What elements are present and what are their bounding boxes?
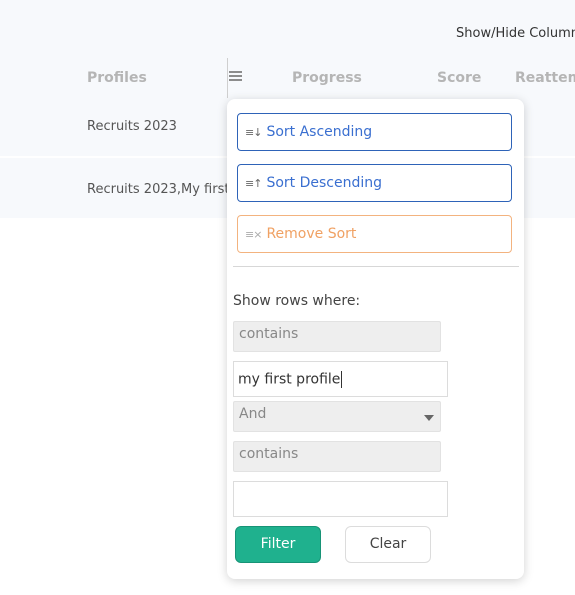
- condition1-operator-select[interactable]: contains: [233, 321, 441, 352]
- remove-sort-icon: ≡×: [245, 227, 262, 241]
- join-operator-select[interactable]: And: [233, 401, 441, 432]
- condition2-operator-select[interactable]: contains: [233, 441, 441, 472]
- condition2-value-input[interactable]: [233, 481, 448, 517]
- column-header-profiles[interactable]: Profiles: [87, 70, 147, 86]
- divider: [233, 266, 519, 267]
- text-cursor: [341, 371, 343, 388]
- column-menu-icon[interactable]: [229, 71, 242, 83]
- table-cell-profiles: Recruits 2023: [87, 119, 177, 134]
- remove-sort-label: Remove Sort: [266, 226, 357, 242]
- column-divider: [227, 58, 228, 98]
- show-rows-label: Show rows where:: [233, 293, 361, 309]
- condition1-value-input[interactable]: my first profile: [233, 361, 448, 397]
- condition2-operator-value: contains: [239, 446, 299, 462]
- join-operator-value: And: [239, 406, 267, 422]
- sort-descending-icon: ≡↑: [245, 176, 262, 190]
- show-hide-columns-button[interactable]: Show/Hide Columns: [456, 26, 575, 41]
- condition1-operator-value: contains: [239, 326, 299, 342]
- condition1-value-text: my first profile: [238, 371, 341, 388]
- clear-button[interactable]: Clear: [345, 526, 431, 563]
- sort-ascending-button[interactable]: ≡↓ Sort Ascending: [237, 113, 512, 151]
- filter-button[interactable]: Filter: [235, 526, 321, 563]
- column-header-progress[interactable]: Progress: [292, 70, 362, 86]
- column-header-score[interactable]: Score: [437, 70, 481, 86]
- chevron-down-icon: [424, 415, 434, 421]
- column-header-reattempt[interactable]: Reattempt: [515, 70, 575, 86]
- sort-ascending-label: Sort Ascending: [266, 124, 373, 140]
- sort-descending-button[interactable]: ≡↑ Sort Descending: [237, 164, 512, 202]
- sort-descending-label: Sort Descending: [266, 175, 382, 191]
- sort-ascending-icon: ≡↓: [245, 125, 262, 139]
- remove-sort-button[interactable]: ≡× Remove Sort: [237, 215, 512, 253]
- column-filter-popup: ≡↓ Sort Ascending ≡↑ Sort Descending ≡× …: [227, 99, 524, 579]
